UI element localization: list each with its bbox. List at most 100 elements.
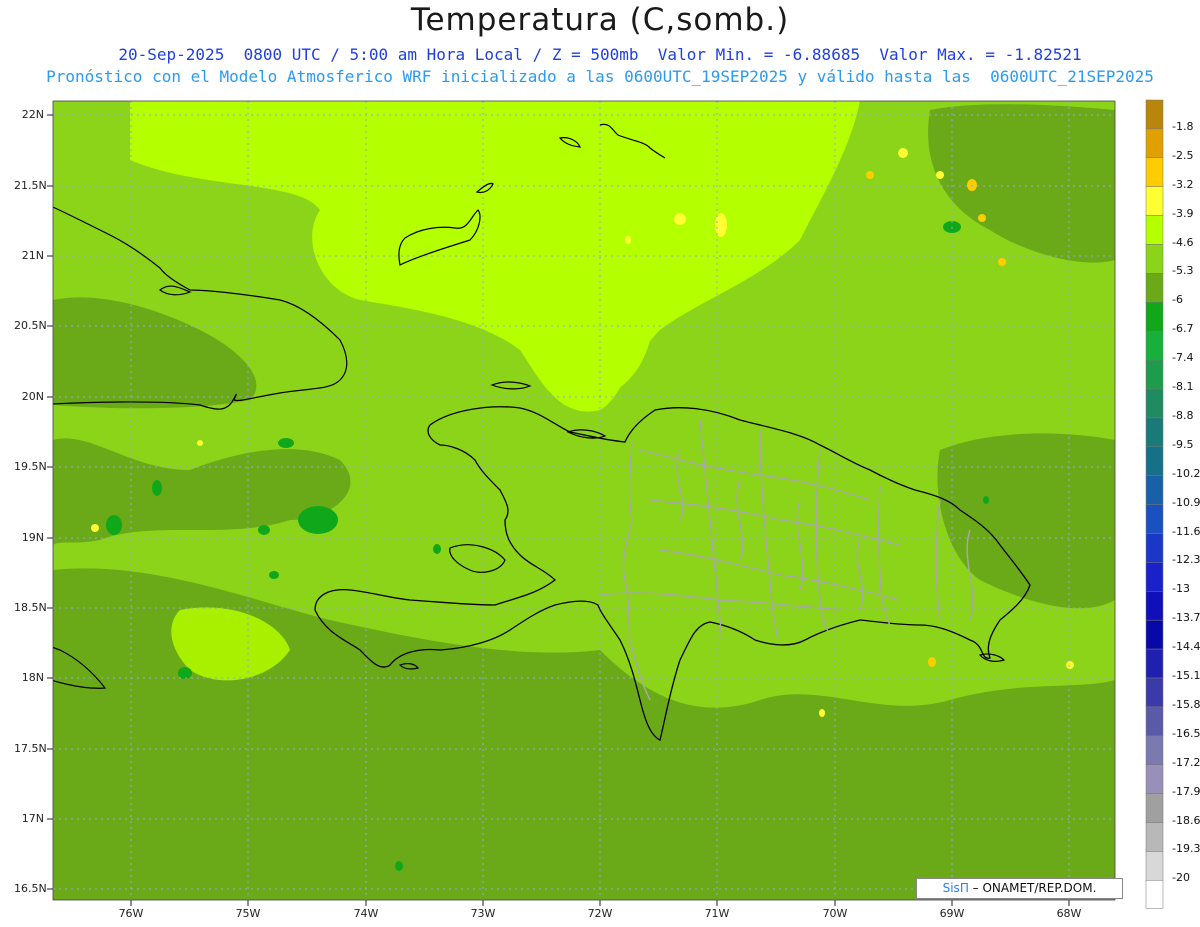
colorbar-tick-label: -10.2 [1172,466,1200,480]
colorbar-swatch [1145,359,1164,390]
lat-label: 17.5N [14,742,47,755]
colorbar-swatch [1145,793,1164,823]
lon-label: 72W [587,907,613,920]
warm-cell [674,213,686,225]
colorbar-swatch [1145,764,1164,794]
colorbar-tick-label: -17.2 [1172,755,1200,769]
credit-sis: SisΠ [942,881,969,895]
colorbar-swatch [1145,706,1164,737]
lon-label: 71W [704,907,730,920]
colorbar-swatch [1145,735,1164,765]
colorbar-tick-label: -8.8 [1172,408,1194,422]
lon-label: 76W [118,907,144,920]
colorbar-tick-label: -11.6 [1172,524,1200,538]
cold-cell [106,515,122,535]
colorbar-swatch [1145,302,1164,332]
colorbar-swatch [1145,417,1164,448]
cold-cell [395,861,403,871]
lat-label: 19N [21,531,44,544]
lon-label: 74W [353,907,379,920]
colorbar-swatch [1145,591,1164,621]
credit-agency: – ONAMET/REP.DOM. [972,881,1097,895]
lat-label: 22N [21,108,44,121]
colorbar-swatch [1145,562,1164,592]
cold-cell [152,480,162,496]
colorbar-swatch [1145,330,1164,361]
colorbar-swatch [1145,157,1164,187]
colorbar-swatch [1145,677,1164,708]
cold-cell [278,438,294,448]
warm-cell [978,214,986,222]
colorbar-swatch [1145,446,1164,476]
cold-cell [298,506,338,534]
colorbar-swatch [1145,186,1164,216]
warm-cell [819,709,825,717]
warm-cell [928,657,936,667]
lat-label: 19.5N [14,460,47,473]
colorbar-swatch [1145,128,1164,159]
colorbar-tick-label: -18.6 [1172,813,1200,827]
credit-box: SisΠ – ONAMET/REP.DOM. [916,878,1123,899]
colorbar-tick-label: -10.9 [1172,495,1200,509]
lon-label: 68W [1056,907,1082,920]
colorbar-tick-label: -6 [1172,293,1183,307]
colorbar-tick-label: -3.9 [1172,206,1194,220]
colorbar-swatch [1145,880,1164,909]
lat-label: 21.5N [14,179,47,192]
cold-cell [269,571,279,579]
colorbar-swatch [1145,619,1164,650]
lat-label: 17N [21,812,44,825]
colorbar-tick-label: -6.7 [1172,322,1194,336]
colorbar-tick-label: -19.3 [1172,842,1200,856]
warm-cell [91,524,99,532]
colorbar-swatch [1145,244,1164,274]
lat-label: 20.5N [14,319,47,332]
colorbar-tick-label: -14.4 [1172,640,1200,654]
lat-label: 16.5N [14,882,47,895]
lat-label: 18.5N [14,601,47,614]
colorbar-tick-label: -13.7 [1172,611,1200,625]
lon-label: 70W [822,907,848,920]
colorbar-tick-label: -9.5 [1172,437,1194,451]
colorbar-tick-label: -7.4 [1172,351,1194,365]
warm-cell [1066,661,1074,669]
lon-label: 69W [939,907,965,920]
warm-cell [197,440,203,446]
warm-cell [967,179,977,191]
colorbar-tick-label: -4.6 [1172,235,1194,249]
colorbar-swatch [1145,533,1164,563]
colorbar-swatch [1145,851,1164,881]
warm-cell [866,171,874,179]
colorbar-swatch [1145,475,1164,505]
cold-cell [983,496,989,504]
colorbar-tick-label: -8.1 [1172,380,1194,393]
lon-label: 75W [235,907,261,920]
colorbar-tick-label: -2.5 [1172,148,1194,162]
lat-label: 20N [21,390,44,403]
colorbar-tick-label: -13 [1172,582,1190,596]
cold-cell [178,667,192,679]
lat-label: 18N [21,671,44,684]
colorbar-swatch [1145,215,1164,245]
colorbar-swatch [1145,822,1164,852]
colorbar-tick-label: -5.3 [1172,264,1194,278]
colorbar-tick-label: -12.3 [1172,553,1200,567]
colorbar-tick-label: -20 [1172,871,1190,885]
colorbar [1145,99,1164,909]
cold-cell [258,525,270,535]
colorbar-tick-label: -1.8 [1172,119,1194,133]
temperature-map [47,99,1164,909]
warm-cell [898,148,908,158]
colorbar-tick-label: -16.5 [1172,726,1200,740]
colorbar-tick-label: -3.2 [1172,177,1194,191]
warm-cell [998,258,1006,266]
colorbar-swatch [1145,504,1164,534]
colorbar-swatch [1145,388,1164,419]
lon-label: 73W [470,907,496,920]
colorbar-tick-label: -17.9 [1172,784,1200,798]
colorbar-swatch [1145,99,1164,130]
colorbar-tick-label: -15.8 [1172,697,1200,711]
colorbar-tick-label: -15.1 [1172,669,1200,682]
cold-cell [433,544,441,554]
colorbar-swatch [1145,648,1164,679]
